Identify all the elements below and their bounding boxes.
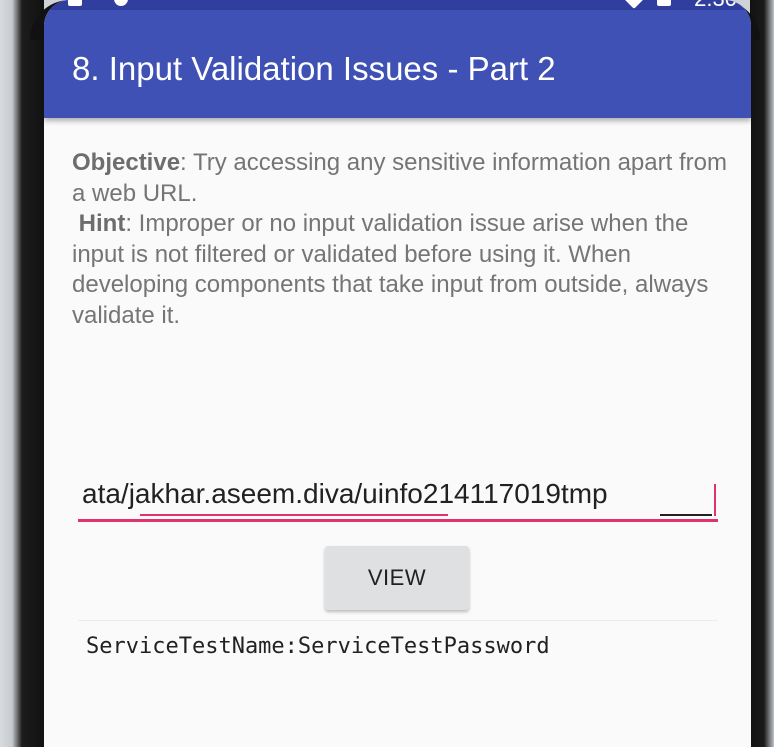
hint-label: Hint [78, 210, 126, 237]
url-input-text[interactable]: ata/jakhar.aseem.diva/uinfo214117019tmp [82, 478, 608, 510]
device-bezel-left [0, 0, 44, 747]
divider [78, 620, 718, 621]
notification-icon [68, 0, 82, 6]
result-text: ServiceTestName:ServiceTestPassword [86, 634, 550, 659]
objective-label: Objective [72, 149, 181, 176]
device-bezel-right [750, 0, 774, 747]
status-bar: 2:30 [44, 0, 751, 11]
spellcheck-underline [140, 514, 448, 516]
view-button[interactable]: VIEW [325, 546, 469, 610]
hint-text: : Improper or no input validation issue … [72, 210, 709, 329]
composing-underline [660, 514, 712, 516]
phone-screen: 2:30 8. Input Validation Issues - Part 2… [44, 0, 751, 747]
wifi-icon [624, 0, 644, 9]
challenge-description: Objective: Try accessing any sensitive i… [72, 148, 732, 331]
input-underline [78, 519, 718, 522]
url-input-field[interactable]: ata/jakhar.aseem.diva/uinfo214117019tmp [78, 470, 718, 530]
battery-icon [657, 0, 671, 6]
text-cursor [714, 484, 716, 516]
app-bar: 8. Input Validation Issues - Part 2 [44, 10, 751, 118]
sd-card-icon [114, 0, 128, 6]
page-title: 8. Input Validation Issues - Part 2 [72, 50, 556, 87]
